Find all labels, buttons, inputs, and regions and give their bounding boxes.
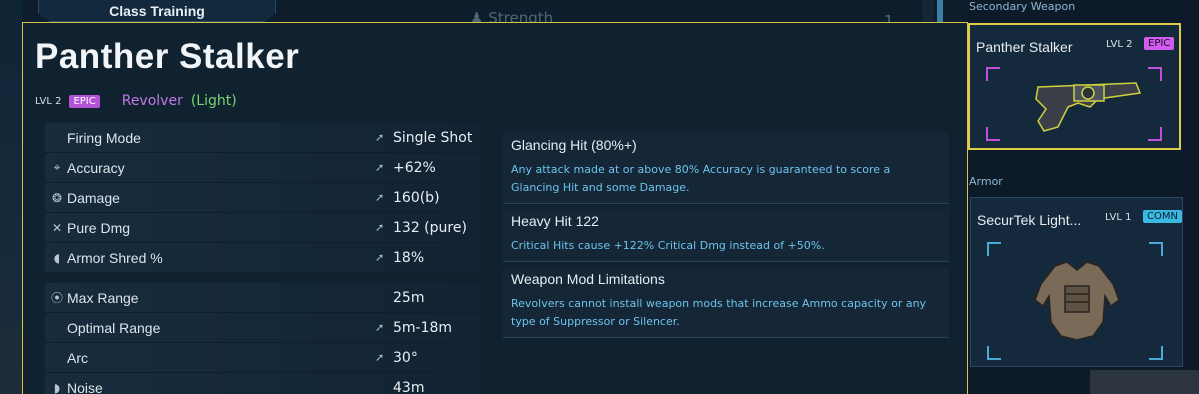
stat-value: 25m bbox=[393, 289, 425, 306]
max-range-icon: ⦿ bbox=[50, 291, 63, 305]
stat-row-optimal-range: Optimal Range ➚ 5m-18m bbox=[45, 313, 481, 343]
left-edge-background bbox=[0, 0, 22, 394]
stat-label: Noise bbox=[67, 379, 103, 394]
stat-label: Pure Dmg bbox=[67, 219, 131, 236]
perk-weapon-mod-limitations: Weapon Mod Limitations Revolvers cannot … bbox=[503, 267, 949, 338]
upgrade-arrow-icon: ➚ bbox=[375, 161, 385, 174]
secondary-weapon-rarity-badge: EPIC bbox=[1144, 37, 1175, 50]
stat-label: Armor Shred % bbox=[67, 249, 163, 266]
stat-label: Arc bbox=[67, 349, 88, 366]
secondary-weapon-label: Secondary Weapon bbox=[969, 0, 1076, 13]
upgrade-arrow-icon: ➚ bbox=[375, 221, 385, 234]
armor-shred-icon: ◖ bbox=[53, 250, 61, 265]
stat-row-damage: ❂ Damage ➚ 160(b) bbox=[45, 183, 481, 213]
stat-row-armor-shred: ◖ Armor Shred % ➚ 18% bbox=[45, 243, 481, 273]
secondary-weapon-image-frame bbox=[986, 67, 1162, 141]
perk-heavy-hit: Heavy Hit 122 Critical Hits cause +122% … bbox=[503, 209, 949, 262]
pure-dmg-icon: ✕ bbox=[51, 220, 63, 235]
stat-label: Accuracy bbox=[67, 159, 125, 176]
stat-value: Single Shot bbox=[393, 129, 473, 146]
stat-value: 160(b) bbox=[393, 189, 440, 206]
stats-list: Firing Mode ➚ Single Shot ⌖ Accuracy ➚ +… bbox=[45, 123, 481, 394]
stat-row-max-range: ⦿ Max Range 25m bbox=[45, 283, 481, 313]
item-level: LVL 2 bbox=[35, 95, 62, 107]
perk-description: Revolvers cannot install weapon mods tha… bbox=[511, 297, 927, 328]
stat-value: 30° bbox=[393, 349, 418, 366]
bottom-right-decoration bbox=[1090, 370, 1199, 394]
armor-vest-icon bbox=[1034, 261, 1120, 341]
upgrade-arrow-icon: ➚ bbox=[375, 251, 385, 264]
revolver-icon bbox=[1035, 82, 1142, 132]
scrollbar-thumb[interactable] bbox=[937, 0, 943, 22]
stat-row-noise: ◗ Noise 43m bbox=[45, 373, 481, 394]
perk-title: Glancing Hit (80%+) bbox=[511, 137, 637, 153]
armor-level: LVL 1 bbox=[1105, 212, 1132, 223]
perk-glancing-hit: Glancing Hit (80%+) Any attack made at o… bbox=[503, 133, 949, 204]
class-training-tab[interactable]: Class Training bbox=[38, 0, 276, 22]
stat-label: Optimal Range bbox=[67, 319, 161, 336]
stat-value: 18% bbox=[393, 249, 425, 266]
item-meta: LVL 2 EPIC Revolver (Light) bbox=[35, 93, 237, 109]
upgrade-arrow-icon: ➚ bbox=[375, 131, 385, 144]
armor-rarity-badge: COMN bbox=[1143, 210, 1182, 223]
stat-label: Damage bbox=[67, 189, 120, 206]
armor-label: Armor bbox=[969, 175, 1003, 188]
stat-row-firing-mode: Firing Mode ➚ Single Shot bbox=[45, 123, 481, 153]
armor-image-frame bbox=[987, 242, 1163, 360]
rarity-badge: EPIC bbox=[69, 94, 100, 108]
perks-list: Glancing Hit (80%+) Any attack made at o… bbox=[503, 133, 949, 343]
stat-row-accuracy: ⌖ Accuracy ➚ +62% bbox=[45, 153, 481, 183]
perk-title: Weapon Mod Limitations bbox=[511, 271, 665, 287]
upgrade-arrow-icon: ➚ bbox=[375, 321, 385, 334]
stat-label: Max Range bbox=[67, 289, 139, 306]
weapon-type: Revolver bbox=[121, 93, 183, 109]
accuracy-icon: ⌖ bbox=[53, 160, 61, 174]
perk-description: Any attack made at or above 80% Accuracy… bbox=[511, 163, 891, 194]
perk-title: Heavy Hit 122 bbox=[511, 213, 599, 229]
armor-name: SecurTek Light... bbox=[977, 212, 1082, 228]
perk-description: Critical Hits cause +122% Critical Dmg i… bbox=[511, 239, 825, 252]
noise-icon: ◗ bbox=[53, 380, 61, 394]
secondary-weapon-card[interactable]: Panther Stalker LVL 2 EPIC bbox=[968, 23, 1181, 150]
item-title: Panther Stalker bbox=[35, 37, 300, 76]
item-tooltip: Panther Stalker LVL 2 EPIC Revolver (Lig… bbox=[22, 22, 968, 394]
armor-card[interactable]: SecurTek Light... LVL 1 COMN bbox=[970, 197, 1183, 367]
damage-icon: ❂ bbox=[51, 190, 63, 205]
stat-label: Firing Mode bbox=[67, 129, 141, 146]
stat-value: 132 (pure) bbox=[393, 219, 467, 236]
stat-value: 43m bbox=[393, 379, 425, 394]
stat-value: 5m-18m bbox=[393, 319, 453, 336]
secondary-weapon-level: LVL 2 bbox=[1106, 39, 1133, 50]
secondary-weapon-name: Panther Stalker bbox=[976, 39, 1073, 55]
upgrade-arrow-icon: ➚ bbox=[375, 191, 385, 204]
upgrade-arrow-icon: ➚ bbox=[375, 351, 385, 364]
stat-row-pure-dmg: ✕ Pure Dmg ➚ 132 (pure) bbox=[45, 213, 481, 243]
stat-row-arc: Arc ➚ 30° bbox=[45, 343, 481, 373]
stat-value: +62% bbox=[393, 159, 436, 176]
weapon-weight-class: (Light) bbox=[190, 93, 237, 109]
